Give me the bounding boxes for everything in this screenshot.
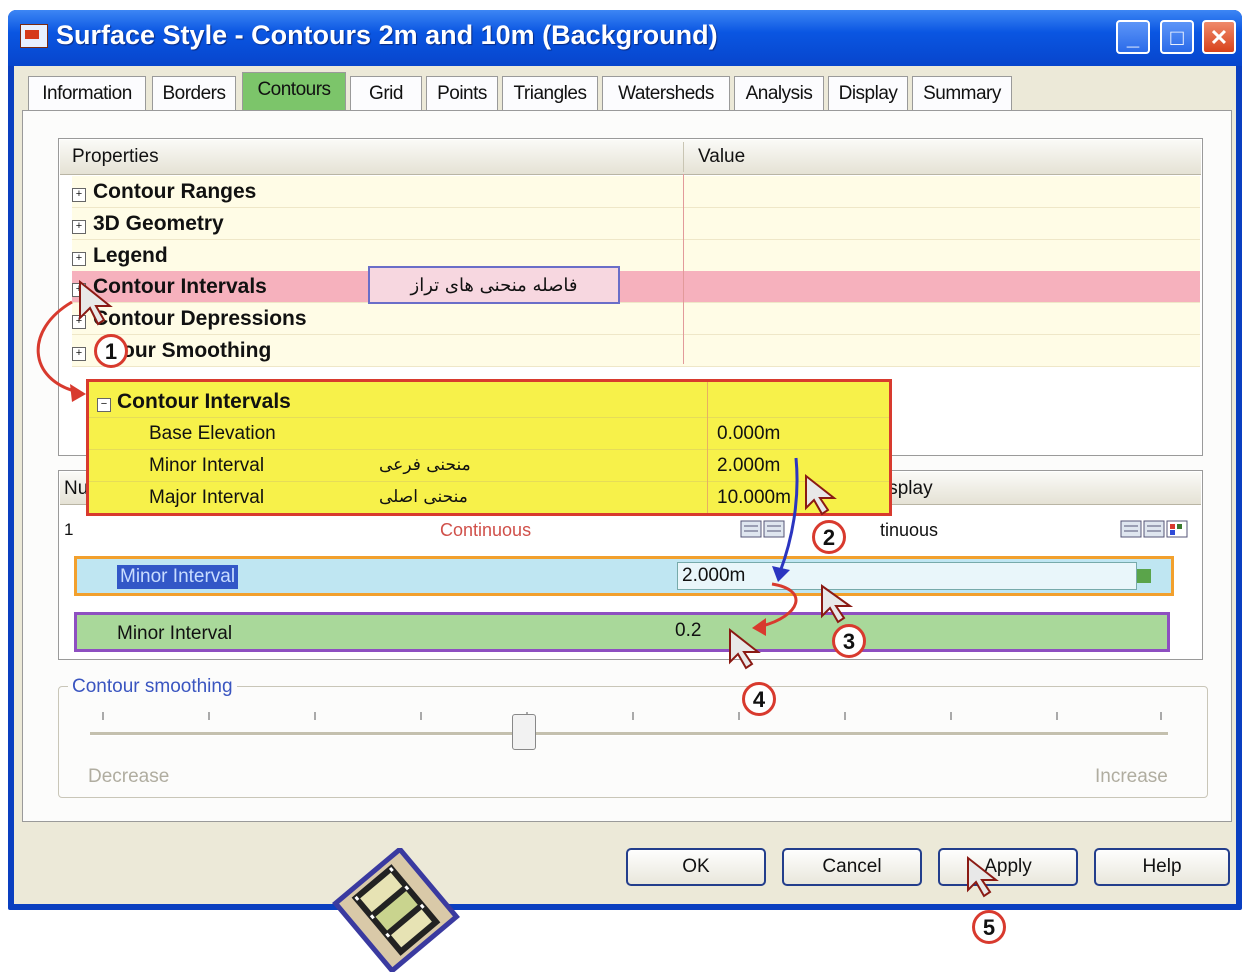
cursor-icon-4 [729,627,761,670]
cursor-icon-3 [821,584,854,624]
step-marker-2: 2 [812,520,846,554]
step-marker-4: 4 [742,682,776,716]
cursor-icon-1 [79,279,113,326]
step-marker-1: 1 [94,334,128,368]
cursor-icon-5 [967,855,999,898]
arrow-step-1 [36,300,79,394]
tutorial-arrows-overlay [36,279,999,898]
arrow-step-2 [778,457,799,573]
step-marker-5: 5 [972,910,1006,944]
cursor-icon-2 [805,473,837,516]
step-marker-3: 3 [832,624,866,658]
arrow-step-3 [761,582,798,628]
